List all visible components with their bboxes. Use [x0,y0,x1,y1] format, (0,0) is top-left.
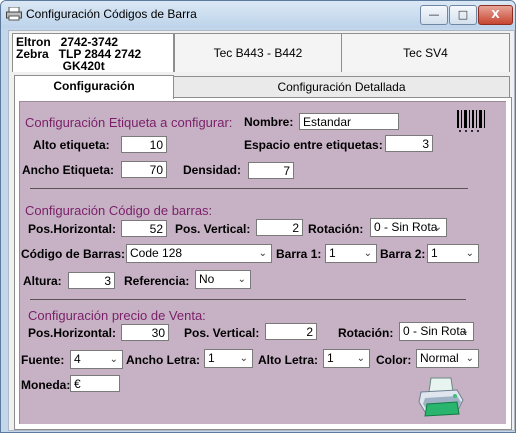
name-input[interactable]: Estandar [299,113,399,130]
window-title: Configuración Códigos de Barra [26,7,197,21]
barcode-rotation-label: Rotación: [308,222,364,236]
chevron-down-icon: ⌄ [465,248,474,259]
label-height-input[interactable]: 10 [121,136,167,153]
barcode-ref-select[interactable]: No ⌄ [195,270,251,289]
color-value: Normal [420,351,459,365]
font-select[interactable]: 4 ⌄ [70,350,123,369]
config-panel: Configuración Etiqueta a configurar: Nom… [14,97,512,430]
divider-1 [30,188,468,189]
density-label: Densidad: [183,163,242,177]
bar2-label: Barra 2: [380,247,426,261]
barcode-ref-label: Referencia: [124,274,190,288]
bar1-select[interactable]: 1 ⌄ [325,244,377,263]
color-label: Color: [376,353,412,367]
tab-eltron-zebra-label: Eltron 2742-3742 Zebra TLP 2844 2742 GK4… [16,35,142,73]
barcode-icon [457,110,485,132]
price-pos-v-label: Pos. Vertical: [184,326,260,340]
name-label: Nombre: [244,115,294,129]
tab-configuracion-detallada[interactable]: Configuración Detallada [173,76,510,98]
font-value: 4 [74,352,81,366]
barcode-height-input[interactable]: 3 [68,272,115,289]
tab-configuracion[interactable]: Configuración [14,75,174,99]
barcode-pos-v-input[interactable]: 2 [256,219,303,236]
letter-width-select[interactable]: 1 ⌄ [204,349,253,368]
price-rotation-value: 0 - Sin Rota [403,324,467,338]
barcode-rotation-select[interactable]: 0 - Sin Rota ⌄ [370,218,447,237]
chevron-down-icon: ⌄ [465,353,474,364]
barcode-rotation-value: 0 - Sin Rota [374,220,438,234]
barcode-type-value: Code 128 [130,246,183,260]
tab-tec-b443[interactable]: Tec B443 - B442 [174,33,342,72]
font-label: Fuente: [21,353,65,367]
divider-2 [30,299,466,300]
barcode-pos-h-label: Pos.Horizontal: [28,222,117,236]
barcode-pos-h-input[interactable]: 52 [121,220,167,237]
label-width-label: Ancho Etiqueta: [22,163,114,177]
title-bar[interactable]: Configuración Códigos de Barra — □ X [1,1,515,28]
bar1-value: 1 [329,246,336,260]
chevron-down-icon: ⌄ [239,353,248,364]
label-config-title: Configuración Etiqueta a configurar: [25,115,233,130]
barcode-pos-v-label: Pos. Vertical: [175,222,251,236]
currency-input[interactable]: € [70,375,120,392]
label-spacing-label: Espacio entre etiquetas: [244,138,383,152]
barcode-config-title: Configuración Código de barras: [25,203,213,218]
maximize-button[interactable]: □ [449,5,477,25]
bar2-value: 1 [431,246,438,260]
printer-app-icon [6,7,22,21]
price-config-title: Configuración precio de Venta: [28,308,206,323]
chevron-down-icon: ⌄ [109,354,118,365]
price-pos-h-label: Pos.Horizontal: [28,326,117,340]
chevron-down-icon: ⌄ [433,222,442,233]
chevron-down-icon: ⌄ [356,353,365,364]
sub-tabs: Configuración Configuración Detallada [14,75,510,99]
currency-label: Moneda: [21,378,71,392]
config-form: Configuración Etiqueta a configurar: Nom… [19,101,506,424]
close-button[interactable]: X [478,5,513,25]
bar1-label: Barra 1: [276,247,322,261]
chevron-down-icon: ⌄ [460,326,469,337]
density-input[interactable]: 7 [248,162,294,179]
window: Configuración Códigos de Barra — □ X Elt… [0,0,516,433]
minimize-button[interactable]: — [420,5,448,25]
label-spacing-input[interactable]: 3 [385,135,433,152]
printer-icon[interactable] [417,374,465,418]
barcode-ref-value: No [199,272,215,286]
barcode-type-label: Código de Barras: [21,247,126,261]
label-height-label: Alto etiqueta: [33,138,110,152]
chevron-down-icon: ⌄ [258,248,267,259]
tab-eltron-zebra[interactable]: Eltron 2742-3742 Zebra TLP 2844 2742 GK4… [12,33,174,72]
tab-tec-sv4-label: Tec SV4 [403,46,448,60]
letter-height-value: 1 [327,351,334,365]
letter-width-label: Ancho Letra: [126,353,201,367]
barcode-height-label: Altura: [23,274,62,288]
letter-width-value: 1 [208,351,215,365]
barcode-type-select[interactable]: Code 128 ⌄ [126,244,272,263]
letter-height-select[interactable]: 1 ⌄ [323,349,370,368]
letter-height-label: Alto Letra: [258,353,318,367]
label-width-input[interactable]: 70 [121,161,167,178]
client-area: Eltron 2742-3742 Zebra TLP 2844 2742 GK4… [8,30,515,431]
chevron-down-icon: ⌄ [237,274,246,285]
tab-tec-sv4[interactable]: Tec SV4 [341,33,510,72]
price-rotation-label: Rotación: [338,326,394,340]
color-select[interactable]: Normal ⌄ [416,349,479,368]
price-rotation-select[interactable]: 0 - Sin Rota ⌄ [399,322,474,341]
tab-tec-b443-label: Tec B443 - B442 [213,46,303,60]
price-pos-h-input[interactable]: 30 [121,324,169,341]
chevron-down-icon: ⌄ [363,248,372,259]
bar2-select[interactable]: 1 ⌄ [427,244,479,263]
price-pos-v-input[interactable]: 2 [265,323,317,340]
